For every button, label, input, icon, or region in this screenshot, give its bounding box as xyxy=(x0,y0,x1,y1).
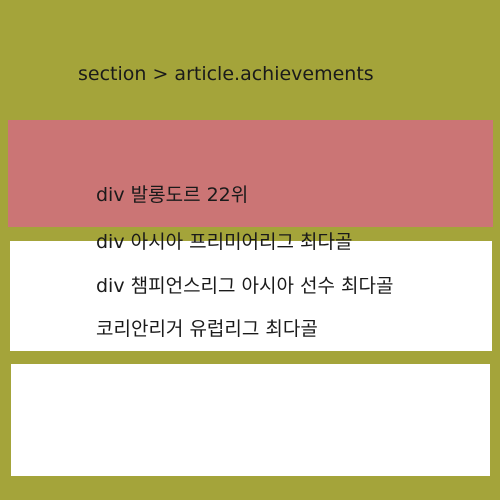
achievement-item: div 챔피언스리그 아시아 선수 최다골 xyxy=(96,275,394,297)
achievement-item: 코리안리거 유럽리그 최다골 xyxy=(96,318,318,340)
achievement-item: div 발롱도르 22위 xyxy=(96,184,249,206)
section-heading: section > article.achievements xyxy=(78,63,374,85)
achievement-item: div 아시아 프리미어리그 최다골 xyxy=(96,231,353,253)
empty-box xyxy=(11,364,490,476)
highlight-box xyxy=(8,120,493,227)
